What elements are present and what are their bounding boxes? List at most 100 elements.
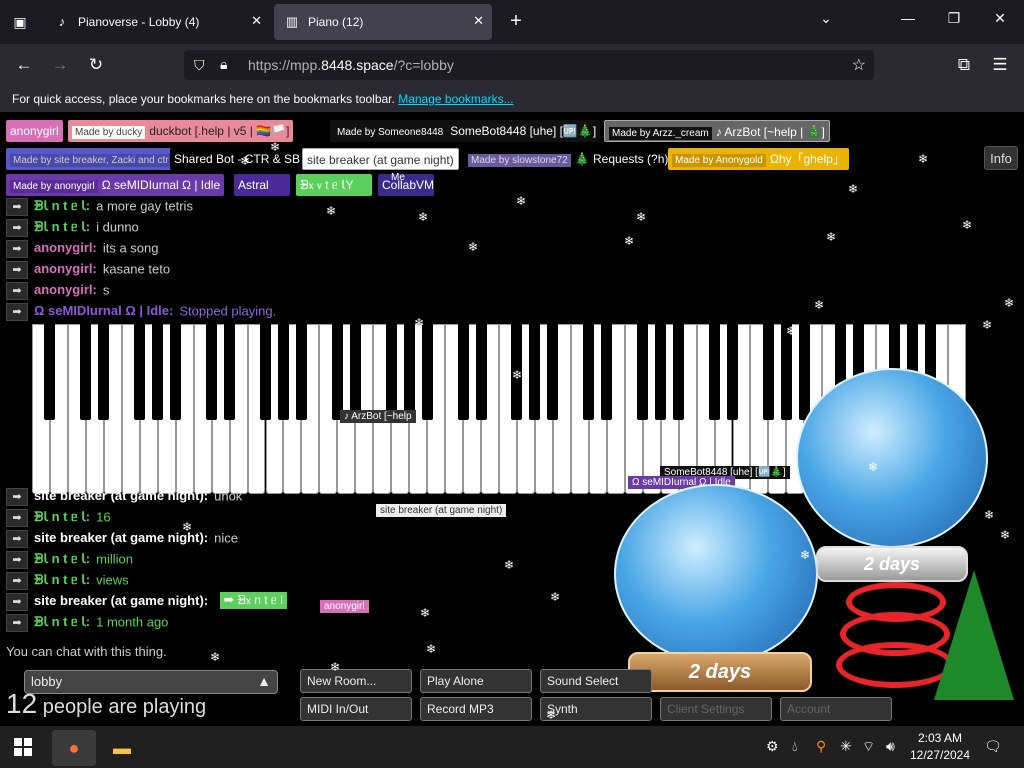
black-key[interactable]	[331, 324, 343, 420]
black-key[interactable]	[780, 324, 792, 420]
volume-icon[interactable]: 🔊︎	[886, 738, 895, 755]
black-key[interactable]	[798, 324, 810, 420]
reload-button[interactable]: ↻	[84, 54, 108, 76]
client-settings-button[interactable]: Client Settings	[660, 697, 772, 721]
url-bar[interactable]: ⛉ 🔒︎ https://mpp.8448.space/?c=lobby ☆	[184, 50, 874, 80]
restore-button[interactable]: ❐	[942, 10, 966, 27]
black-key[interactable]	[673, 324, 685, 420]
black-key[interactable]	[583, 324, 595, 420]
lock-icon[interactable]: 🔒︎	[220, 56, 227, 73]
user-badge[interactable]: Made by Someone8448 SomeBot8448 [uhe] [🆙🎄…	[330, 120, 601, 142]
cursor-label: ♪ ArzBot [~help	[340, 410, 416, 423]
drop-icon[interactable]: 💧︎	[792, 738, 798, 755]
snowflake-app-icon[interactable]: ✳	[840, 738, 852, 755]
user-badge[interactable]: Made by Arzz._cream ♪ ArzBot [~help | 🎄]	[604, 120, 830, 142]
arrow-icon: ➡	[6, 572, 28, 590]
snowflake-icon: ❄	[468, 240, 479, 254]
taskbar: ● ▬ ⚙ 💧︎ ⚲ ✳ ⌔ 🔊︎ 2:03 AM 12/27/2024 🗨︎	[0, 726, 1024, 768]
black-key[interactable]	[421, 324, 433, 420]
close-window-button[interactable]: ✕	[988, 10, 1012, 27]
black-key[interactable]	[637, 324, 649, 420]
snowflake-icon: ❄	[550, 590, 561, 604]
black-key[interactable]	[134, 324, 146, 420]
tab-piano[interactable]: ▥ Piano (12) ✕	[274, 4, 492, 40]
cursor-label: ➡ ᗾ᥊ n t ᥱ l	[220, 592, 287, 609]
black-key[interactable]	[727, 324, 738, 420]
clock-time: 2:03 AM	[917, 731, 963, 745]
triangle-up-icon: ▲	[257, 673, 271, 689]
black-key[interactable]	[709, 324, 721, 420]
notification-icon[interactable]: 🗨︎	[984, 738, 1002, 755]
forward-button[interactable]: →	[48, 54, 72, 76]
black-key[interactable]	[529, 324, 541, 420]
user-badge[interactable]: Made by ducky duckbot [.help | v5 | 🏳️‍🌈🏳…	[68, 120, 294, 142]
user-badge[interactable]: Made by Anonygold Ωhy「ghelp」	[668, 148, 849, 170]
black-key[interactable]	[98, 324, 110, 420]
black-key[interactable]	[295, 324, 307, 420]
record-button[interactable]: Record MP3	[420, 697, 532, 721]
shield-icon[interactable]: ⛉	[194, 57, 205, 74]
black-key[interactable]	[475, 324, 487, 420]
url-text[interactable]: https://mpp.8448.space/?c=lobby	[248, 57, 454, 73]
black-key[interactable]	[547, 324, 559, 420]
back-button[interactable]: ←	[12, 54, 36, 76]
black-key[interactable]	[655, 324, 667, 420]
firefox-icon[interactable]: ●	[52, 730, 96, 766]
user-badge[interactable]: Astral	[234, 174, 290, 196]
clock[interactable]: 2:03 AM 12/27/2024	[908, 730, 972, 764]
black-key[interactable]	[601, 324, 613, 420]
snowflake-icon: ❄	[984, 508, 995, 522]
account-button[interactable]: Account	[780, 697, 892, 721]
black-key[interactable]	[349, 324, 361, 420]
black-key[interactable]	[80, 324, 92, 420]
tab-pianoverse[interactable]: ♪ Pianoverse - Lobby (4) ✕	[44, 4, 270, 40]
black-key[interactable]	[762, 324, 774, 420]
arrow-icon: ➡	[6, 261, 28, 279]
christmas-tree-image	[934, 570, 1014, 700]
extensions-icon[interactable]: ⧉	[952, 54, 976, 76]
list-all-tabs-button[interactable]: ▣	[6, 10, 34, 34]
sound-select-button[interactable]: Sound Select	[540, 669, 652, 693]
wifi-icon[interactable]: ⌔	[862, 738, 875, 756]
user-badge[interactable]: anonygirl	[6, 120, 63, 142]
search-app-icon[interactable]: ⚲	[816, 738, 826, 755]
snowflake-icon: ❄	[848, 182, 859, 196]
black-key[interactable]	[403, 324, 415, 420]
windows-start-icon[interactable]	[14, 738, 32, 756]
piano-page: anonygirl Made by ducky duckbot [.help | …	[0, 112, 1024, 726]
black-key[interactable]	[152, 324, 164, 420]
black-key[interactable]	[457, 324, 469, 420]
new-room-button[interactable]: New Room...	[300, 669, 412, 693]
new-tab-button[interactable]: +	[504, 10, 528, 34]
minimize-button[interactable]: —	[896, 10, 920, 26]
menu-icon[interactable]: ☰	[988, 54, 1012, 76]
close-tab-icon[interactable]: ✕	[473, 13, 484, 29]
user-badge[interactable]: Made by site breaker, Zacki and ctr	[6, 148, 180, 170]
black-key[interactable]	[206, 324, 218, 420]
tab-title: Pianoverse - Lobby (4)	[78, 15, 200, 29]
black-key[interactable]	[277, 324, 289, 420]
midi-button[interactable]: MIDI In/Out	[300, 697, 412, 721]
chevron-down-icon[interactable]: ⌄	[814, 10, 838, 27]
cursor-label: anonygirl	[320, 600, 369, 613]
user-badge[interactable]: Made by anonygirl Ω seMIDIurnal Ω | Idle	[6, 174, 225, 196]
user-badge[interactable]: Shared Bot - CTR & SB	[170, 148, 305, 170]
black-key[interactable]	[224, 324, 236, 420]
user-badge[interactable]: ᗾ᥊ ᥎ t ᥱ ꙆY	[296, 174, 372, 196]
user-badge[interactable]: Made by slowstone72 🎄 Requests (?h)	[464, 148, 673, 170]
black-key[interactable]	[44, 324, 56, 420]
black-key[interactable]	[170, 324, 182, 420]
network-icon[interactable]: ⚙	[766, 738, 779, 755]
black-key[interactable]	[260, 324, 271, 420]
user-badge[interactable]: Me CollabVM	[378, 172, 434, 196]
user-badge[interactable]: site breaker (at game night)	[302, 148, 459, 170]
snowflake-icon: ❄	[800, 548, 811, 562]
file-explorer-icon[interactable]: ▬	[100, 730, 144, 766]
close-tab-icon[interactable]: ✕	[251, 13, 262, 29]
info-button[interactable]: Info	[984, 146, 1018, 170]
black-key[interactable]	[385, 324, 397, 420]
bookmark-star-icon[interactable]: ☆	[852, 55, 866, 75]
play-alone-button[interactable]: Play Alone	[420, 669, 532, 693]
manage-bookmarks-link[interactable]: Manage bookmarks...	[398, 92, 513, 106]
synth-button[interactable]: Synth	[540, 697, 652, 721]
